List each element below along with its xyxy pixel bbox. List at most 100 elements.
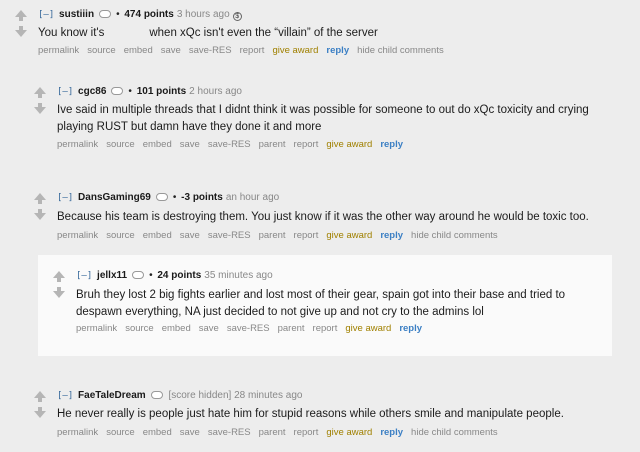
collapse-toggle[interactable]: [–] [38,10,54,20]
upvote-icon[interactable] [34,87,46,98]
user-tag-icon[interactable] [155,193,168,201]
collapse-toggle[interactable]: [–] [57,87,73,97]
comment-actions: permalink source embed save save-RES parent re… [57,139,411,151]
action-parent[interactable]: parent [259,139,286,150]
comment-score: 101 points [136,86,187,97]
downvote-icon[interactable] [15,26,27,37]
action-source[interactable]: source [106,139,135,150]
action-reply[interactable]: reply [399,323,422,334]
comment-actions: permalink source embed save save-RES report gi… [38,45,452,57]
action-save-res[interactable]: save-RES [208,427,251,438]
action-report[interactable]: report [294,427,319,438]
downvote-icon[interactable] [34,407,46,418]
action-permalink[interactable]: permalink [57,427,98,438]
action-report[interactable]: report [294,230,319,241]
action-give-award[interactable]: give award [345,323,391,334]
action-report[interactable]: report [313,323,338,334]
downvote-icon[interactable] [34,103,46,114]
action-permalink[interactable]: permalink [76,323,117,334]
action-source[interactable]: source [125,323,154,334]
comment-actions: permalink source embed save save-RES parent re… [76,323,430,335]
action-embed[interactable]: embed [143,230,172,241]
comment-actions: permalink source embed save save-RES parent re… [57,427,506,439]
action-reply[interactable]: reply [380,427,403,438]
vote-arrows [33,193,47,220]
vote-arrows [33,391,47,418]
author-link[interactable]: jellx11 [97,270,127,281]
action-embed[interactable]: embed [162,323,191,334]
action-permalink[interactable]: permalink [57,139,98,150]
comment-tagline: [–] DansGaming69 • -3 points an hour ago [57,192,279,204]
action-save-res[interactable]: save-RES [227,323,270,334]
action-save-res[interactable]: save-RES [208,230,251,241]
action-reply[interactable]: reply [380,230,403,241]
collapse-toggle[interactable]: [–] [57,193,73,203]
comment-body-line-1: Ive said in multiple threads that I didn… [57,104,589,116]
action-give-award[interactable]: give award [272,45,318,56]
separator-dot: • [172,192,177,203]
action-save[interactable]: save [180,427,200,438]
action-parent[interactable]: parent [278,323,305,334]
action-report[interactable]: report [240,45,265,56]
user-tag-icon[interactable] [99,10,112,18]
comment-score: 474 points [124,9,174,20]
action-source[interactable]: source [106,230,135,241]
action-hide-children[interactable]: hide child comments [411,427,498,438]
action-hide-children[interactable]: hide child comments [357,45,444,56]
separator-dot: • [116,9,120,20]
action-give-award[interactable]: give award [326,427,372,438]
action-source[interactable]: source [106,427,135,438]
comment-tagline: [–] FaeTaleDream [score hidden] 28 minut… [57,390,302,402]
comment-body: You know it's when xQc isn't even the “vi… [38,25,378,41]
action-embed[interactable]: embed [143,139,172,150]
action-save[interactable]: save [180,139,200,150]
user-tag-icon[interactable] [111,87,124,95]
downvote-icon[interactable] [34,209,46,220]
author-link[interactable]: cgc86 [78,86,106,97]
action-give-award[interactable]: give award [326,139,372,150]
author-link[interactable]: sustiiin [59,9,94,20]
action-save-res[interactable]: save-RES [208,139,251,150]
collapse-toggle[interactable]: [–] [57,391,73,401]
separator-dot: • [128,86,132,97]
action-parent[interactable]: parent [259,427,286,438]
comment-body-line-2: playing RUST but damn have they done it … [57,121,322,133]
action-hide-children[interactable]: hide child comments [411,230,498,241]
vote-arrows [14,10,28,37]
comment-tagline: [–] jellx11 • 24 points 35 minutes ago [76,270,273,282]
action-permalink[interactable]: permalink [38,45,79,56]
comment-body-start: You know it's [38,27,105,39]
action-save[interactable]: save [161,45,181,56]
action-save[interactable]: save [199,323,219,334]
comment-actions: permalink source embed save save-RES parent re… [57,230,506,242]
author-link[interactable]: FaeTaleDream [78,390,146,401]
comment-time: 3 hours ago [176,9,230,20]
downvote-icon[interactable] [53,287,65,298]
upvote-icon[interactable] [34,391,46,402]
action-permalink[interactable]: permalink [57,230,98,241]
action-embed[interactable]: embed [124,45,153,56]
action-save-res[interactable]: save-RES [189,45,232,56]
comment-body: He never really is people just hate him … [57,408,564,420]
action-give-award[interactable]: give award [326,230,372,241]
comment-time: 28 minutes ago [234,390,303,401]
upvote-icon[interactable] [15,10,27,21]
action-reply[interactable]: reply [326,45,349,56]
vote-arrows [52,271,66,298]
collapse-toggle[interactable]: [–] [76,271,92,281]
action-embed[interactable]: embed [143,427,172,438]
user-tag-icon[interactable] [132,271,145,279]
comment-body-end: when xQc isn't even the “villain” of the… [149,27,378,39]
comment-body-line-1: Bruh they lost 2 big fights earlier and … [76,289,566,301]
action-parent[interactable]: parent [259,230,286,241]
upvote-icon[interactable] [34,193,46,204]
user-tag-icon[interactable] [150,391,163,399]
comment-score: -3 points [181,192,223,203]
author-link[interactable]: DansGaming69 [78,192,151,203]
comment-body-line-2: despawn everything, NA just decided to n… [76,306,484,318]
action-reply[interactable]: reply [380,139,403,150]
action-source[interactable]: source [87,45,116,56]
upvote-icon[interactable] [53,271,65,282]
action-save[interactable]: save [180,230,200,241]
action-report[interactable]: report [294,139,319,150]
